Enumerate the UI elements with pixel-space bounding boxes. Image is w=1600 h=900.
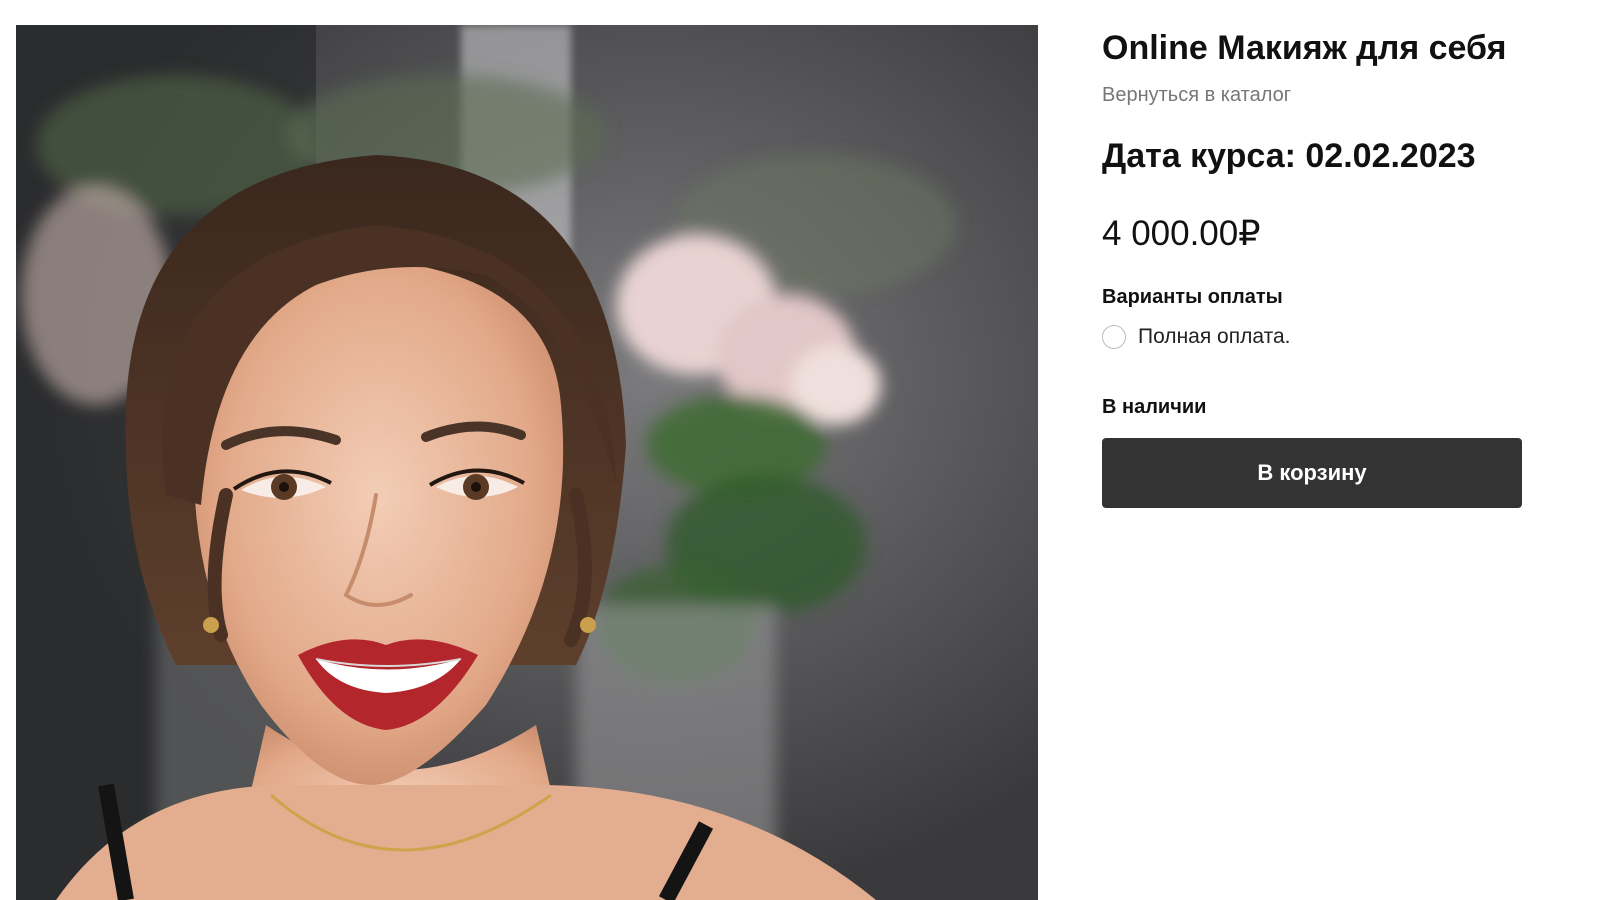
payment-option-full-radio[interactable] — [1102, 325, 1126, 349]
payment-option-full-label: Полная оплата. — [1138, 325, 1291, 348]
course-date: Дата курса: 02.02.2023 — [1102, 134, 1542, 178]
payment-options-title: Варианты оплаты — [1102, 286, 1283, 308]
portrait-illustration — [16, 25, 1038, 900]
product-info: Online Макияж для себя Вернуться в катал… — [1102, 26, 1542, 508]
product-price: 4 000.00₽ — [1102, 214, 1261, 253]
product-image[interactable] — [16, 25, 1038, 900]
availability-status: В наличии — [1102, 396, 1207, 418]
product-page: Online Макияж для себя Вернуться в катал… — [0, 0, 1600, 900]
add-to-cart-button[interactable]: В корзину — [1102, 438, 1522, 508]
course-date-label: Дата курса: — [1102, 137, 1306, 175]
payment-option-full[interactable]: Полная оплата. — [1102, 324, 1542, 350]
course-date-value: 02.02.2023 — [1305, 137, 1476, 175]
back-to-catalog-link[interactable]: Вернуться в каталог — [1102, 82, 1291, 108]
product-title: Online Макияж для себя — [1102, 29, 1507, 67]
